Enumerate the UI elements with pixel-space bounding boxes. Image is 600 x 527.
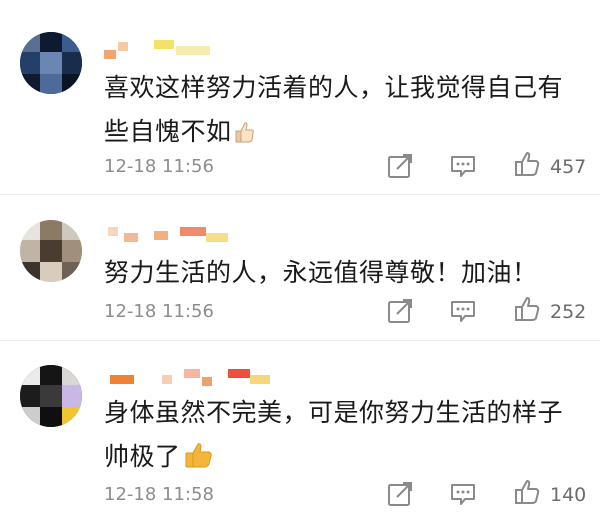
- share-icon: [388, 299, 412, 323]
- like-count: 140: [550, 484, 587, 506]
- comment-text: 身体虽然不完美，可是你努力生活的样子帅极了: [104, 391, 584, 483]
- comment-item: 身体虽然不完美，可是你努力生活的样子帅极了 12-18 11:58 140: [0, 341, 600, 527]
- thumbs-up-icon: [515, 297, 540, 321]
- share-icon: [388, 482, 412, 506]
- reply-button[interactable]: [449, 480, 477, 508]
- like-button[interactable]: [513, 295, 541, 323]
- like-count: 457: [550, 156, 587, 178]
- comment-time: 12-18 11:58: [104, 484, 214, 505]
- share-icon: [388, 154, 412, 178]
- reply-button[interactable]: [449, 152, 477, 180]
- thumbs-up-icon: [515, 480, 540, 504]
- thumbs-up-emoji-icon: [235, 114, 255, 158]
- reply-button[interactable]: [449, 297, 477, 325]
- comment-text: 喜欢这样努力活着的人，让我觉得自己有些自愧不如: [104, 66, 584, 158]
- like-count: 252: [550, 301, 587, 323]
- comment-icon: [451, 156, 475, 177]
- avatar[interactable]: [20, 32, 82, 94]
- comment-time: 12-18 11:56: [104, 301, 214, 322]
- comment-icon: [451, 484, 475, 505]
- thumbs-up-emoji-icon: [184, 439, 214, 483]
- like-button[interactable]: [513, 150, 541, 178]
- avatar[interactable]: [20, 220, 82, 282]
- comment-text: 努力生活的人，永远值得尊敬！加油！: [104, 258, 538, 287]
- share-button[interactable]: [386, 480, 414, 508]
- share-button[interactable]: [386, 297, 414, 325]
- comment-icon: [451, 301, 475, 322]
- comment-item: 努力生活的人，永远值得尊敬！加油！ 12-18 11:56 252: [0, 195, 600, 341]
- comment-time: 12-18 11:56: [104, 156, 214, 177]
- thumbs-up-icon: [515, 152, 540, 176]
- share-button[interactable]: [386, 152, 414, 180]
- like-button[interactable]: [513, 478, 541, 506]
- avatar[interactable]: [20, 365, 82, 427]
- comment-item: 喜欢这样努力活着的人，让我觉得自己有些自愧不如 12-18 11:56 457: [0, 0, 600, 195]
